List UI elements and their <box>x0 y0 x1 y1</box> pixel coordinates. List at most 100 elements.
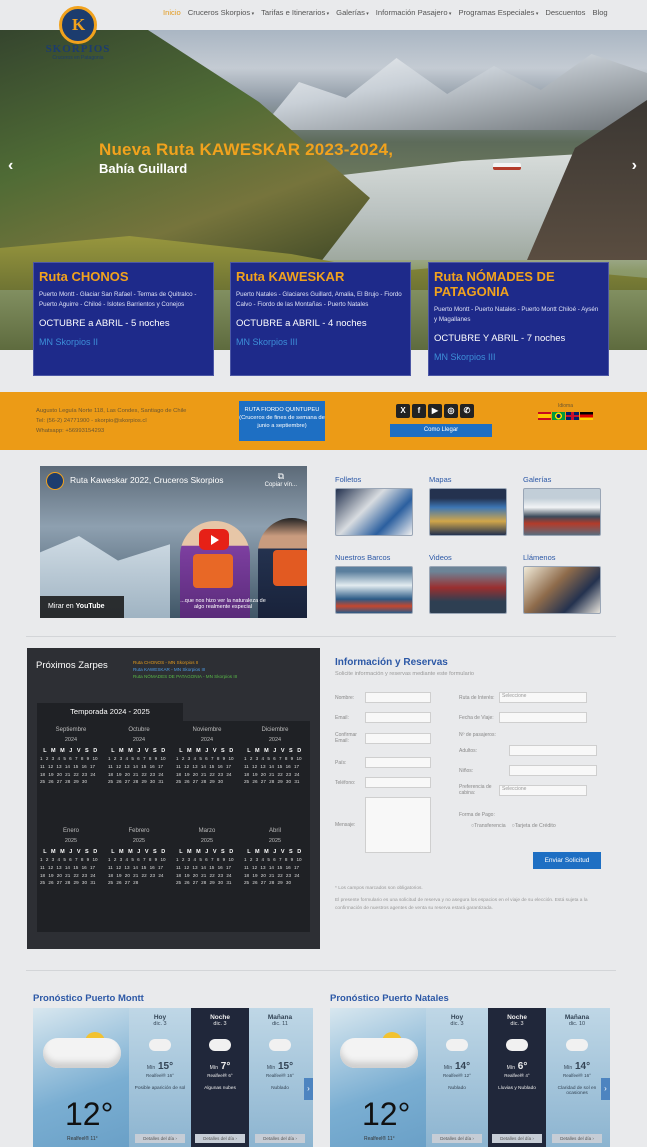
current-weather: 12° Realfeel® 11° <box>330 1008 426 1147</box>
nav-item-4[interactable]: Información Pasajero ▾ <box>376 8 452 17</box>
nav-item-3[interactable]: Galerías ▾ <box>336 8 369 17</box>
form-input-1[interactable] <box>365 712 431 723</box>
details-button[interactable]: Detalles del día › <box>255 1134 305 1143</box>
details-button[interactable]: Detalles del día › <box>432 1134 482 1143</box>
thumb-nuestros-barcos[interactable]: Nuestros Barcos <box>335 553 413 614</box>
month-name: Febrero <box>128 828 150 834</box>
calendar-month: Abril 2025 L M M J V S D 1 2 3 4 5 6 7 8 9 … <box>243 828 307 887</box>
slider-prev-icon[interactable]: ‹ <box>8 157 13 175</box>
details-button[interactable]: Detalles del día › <box>552 1134 602 1143</box>
x-icon[interactable]: X <box>396 404 410 418</box>
month-days: 1 2 3 4 5 6 7 8 9 10 11 12 13 14 15 16 1… <box>176 756 234 785</box>
route-ship[interactable]: MN Skorpios III <box>434 352 603 362</box>
form-input-right-3[interactable] <box>509 745 597 756</box>
route-card[interactable]: Ruta NÓMADES DE PATAGONIA Puerto Montt - … <box>428 262 609 376</box>
thumb-llámenos[interactable]: Llámenos <box>523 553 601 614</box>
slider-next-icon[interactable]: › <box>632 157 637 175</box>
thumb-label[interactable]: Nuestros Barcos <box>335 553 413 562</box>
route-title[interactable]: Ruta NÓMADES DE PATAGONIA <box>434 269 603 299</box>
form-input-0[interactable] <box>365 692 431 703</box>
nav-item-1[interactable]: Cruceros Skorpios ▾ <box>188 8 254 17</box>
forecast-day: Noche dic. 3 Mín 7° Realfeel® 6° Algunas nub… <box>191 1008 249 1147</box>
form-input-right-5[interactable]: Seleccione <box>499 784 587 796</box>
form-title: Información y Reservas <box>335 657 448 668</box>
spain-flag-icon[interactable] <box>538 412 551 420</box>
thumb-mapas[interactable]: Mapas <box>429 475 507 536</box>
form-input-right-1[interactable] <box>499 712 587 723</box>
copy-link-button[interactable]: ⧉ Copiar vín... <box>265 471 297 488</box>
calendar-month: Octubre 2024 L M M J V S D 1 2 3 4 5 6 7 8 … <box>107 727 171 786</box>
details-button[interactable]: Detalles del día › <box>135 1134 185 1143</box>
video-title[interactable]: Ruta Kaweskar 2022, Cruceros Skorpios <box>70 475 224 485</box>
thumb-image[interactable] <box>523 566 601 614</box>
thumb-image[interactable] <box>335 488 413 536</box>
germany-flag-icon[interactable] <box>580 412 593 420</box>
calendar-month: Diciembre 2024 L M M J V S D 1 2 3 4 5 6 7 … <box>243 727 307 786</box>
field-label: Mensaje: <box>335 822 356 828</box>
route-stops: Puerto Montt - Puerto Natales - Puerto M… <box>434 306 599 323</box>
thumb-label[interactable]: Galerías <box>523 475 601 484</box>
month-year: 2024 <box>268 737 282 743</box>
form-input-right-0[interactable]: Seleccione <box>499 692 587 703</box>
thumb-image[interactable] <box>429 488 507 536</box>
chevron-down-icon: ▾ <box>534 11 539 17</box>
watch-on-youtube[interactable]: Mirar en YouTube <box>40 596 124 618</box>
form-input-3[interactable] <box>365 757 431 768</box>
phone[interactable]: Tel: (56-2) 24771900 - skorpio@skorpios.… <box>36 416 186 426</box>
brazil-flag-icon[interactable] <box>552 412 565 420</box>
form-input-right-4[interactable] <box>509 765 597 776</box>
nav-item-2[interactable]: Tarifas e Itinerarios ▾ <box>261 8 329 17</box>
route-title[interactable]: Ruta KAWESKAR <box>236 269 405 284</box>
form-input-5[interactable] <box>365 797 431 853</box>
thumb-label[interactable]: Mapas <box>429 475 507 484</box>
thumb-label[interactable]: Llámenos <box>523 553 601 562</box>
skorpios-logo[interactable]: SKORPIOS Cruceros en Patagonia <box>38 6 118 68</box>
directions-button[interactable]: Como Llegar <box>390 424 492 437</box>
route-ship[interactable]: MN Skorpios II <box>39 337 208 347</box>
thumb-galerías[interactable]: Galerías <box>523 475 601 536</box>
form-note: * Los campos marcados son obligatorios. … <box>335 885 610 913</box>
thumb-image[interactable] <box>335 566 413 614</box>
nav-item-6[interactable]: Descuentos <box>545 8 585 17</box>
send-request-button[interactable]: Enviar Solicitud <box>533 852 601 869</box>
legend-chonos: Ruta CHONOS - MN Skorpios II <box>133 660 199 665</box>
day-description: Lluvias y Nublado <box>498 1086 536 1091</box>
youtube-video[interactable]: Ruta Kaweskar 2022, Cruceros Skorpios ⧉ C… <box>40 466 307 618</box>
thumb-folletos[interactable]: Folletos <box>335 475 413 536</box>
thumb-label[interactable]: Videos <box>429 553 507 562</box>
thumb-videos[interactable]: Videos <box>429 553 507 614</box>
season-tab[interactable]: Temporada 2024 - 2025 <box>37 703 183 721</box>
channel-avatar[interactable] <box>46 472 64 490</box>
thumb-image[interactable] <box>429 566 507 614</box>
play-button-icon[interactable] <box>199 529 229 550</box>
uk-flag-icon[interactable] <box>566 412 579 420</box>
route-ship[interactable]: MN Skorpios III <box>236 337 405 347</box>
route-card[interactable]: Ruta KAWESKAR Puerto Natales - Glaciares … <box>230 262 411 376</box>
facebook-icon[interactable]: f <box>412 404 426 418</box>
instagram-icon[interactable]: ◎ <box>444 404 458 418</box>
nav-item-7[interactable]: Blog <box>592 8 607 17</box>
next-day-arrow-icon[interactable]: › <box>601 1078 610 1100</box>
nav-item-0[interactable]: Inicio <box>163 8 181 17</box>
social-icons: Xf ▶ ◎ ✆ <box>396 404 474 418</box>
form-input-2[interactable] <box>365 732 431 744</box>
thumb-label[interactable]: Folletos <box>335 475 413 484</box>
forecast-day: Noche dic. 3 Mín 6° Realfeel® 4° Lluvias y N… <box>488 1008 546 1147</box>
calendar-title: Próximos Zarpes <box>36 660 108 671</box>
copy-link-label: Copiar vín... <box>264 482 297 488</box>
whatsapp[interactable]: Whatsapp: +56993154293 <box>36 426 186 436</box>
route-title[interactable]: Ruta CHONOS <box>39 269 208 284</box>
next-day-arrow-icon[interactable]: › <box>304 1078 313 1100</box>
form-input-4[interactable] <box>365 777 431 788</box>
details-button[interactable]: Detalles del día › <box>492 1134 542 1143</box>
nav-item-5[interactable]: Programas Especiales ▾ <box>458 8 538 17</box>
whatsapp-icon[interactable]: ✆ <box>460 404 474 418</box>
youtube-icon[interactable]: ▶ <box>428 404 442 418</box>
details-button[interactable]: Detalles del día › <box>195 1134 245 1143</box>
thumb-image[interactable] <box>523 488 601 536</box>
address: Augusto Leguía Norte 118, Las Condes, Sa… <box>36 408 187 414</box>
fiord-quintupeu-button[interactable]: RUTA FIORDO QUINTUPEU (Cruceros de fines… <box>239 401 325 441</box>
route-card[interactable]: Ruta CHONOS Puerto Montt - Glaciar San Ra… <box>33 262 214 376</box>
day-description: Nublado <box>271 1086 289 1091</box>
chevron-down-icon: ▾ <box>325 11 330 17</box>
